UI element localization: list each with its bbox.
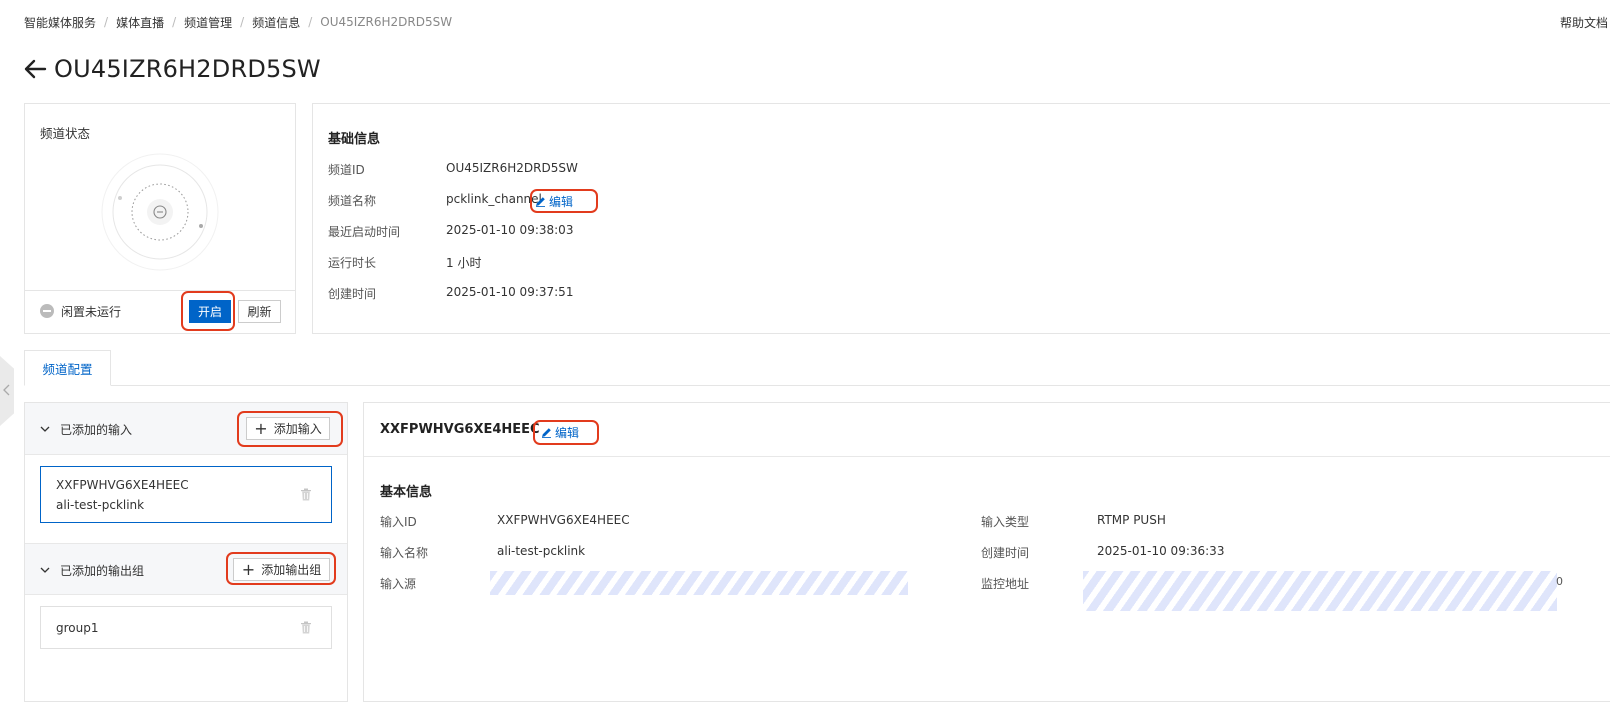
run-duration-label: 运行时长 bbox=[328, 256, 377, 270]
input-source-label: 输入源 bbox=[380, 577, 417, 591]
breadcrumb-item-current: OU45IZR6H2DRD5SW bbox=[320, 15, 453, 29]
breadcrumb: 智能媒体服务 / 媒体直播 / 频道管理 / 频道信息 / OU45IZR6H2… bbox=[24, 14, 452, 30]
page-title-text: OU45IZR6H2DRD5SW bbox=[54, 55, 321, 83]
status-text: 闲置未运行 bbox=[61, 305, 122, 319]
breadcrumb-separator: / bbox=[240, 15, 245, 29]
breadcrumb-separator: / bbox=[104, 15, 109, 29]
refresh-button[interactable]: 刷新 bbox=[238, 300, 281, 323]
start-channel-button[interactable]: 开启 bbox=[189, 300, 231, 323]
breadcrumb-item-channel-management[interactable]: 频道管理 bbox=[184, 14, 232, 31]
inputs-group-title: 已添加的输入 bbox=[60, 423, 133, 437]
breadcrumb-separator: / bbox=[172, 15, 177, 29]
plus-icon: + bbox=[241, 559, 256, 579]
basic-info-title: 基础信息 bbox=[328, 132, 381, 147]
channel-name-label: 频道名称 bbox=[328, 194, 377, 208]
basic-info-card: 基础信息 频道ID OU45IZR6H2DRD5SW 频道名称 pcklink_… bbox=[312, 103, 1610, 334]
output-group-name: group1 bbox=[56, 621, 99, 635]
input-name-label: 输入名称 bbox=[380, 546, 429, 560]
trash-icon[interactable] bbox=[300, 621, 312, 634]
pencil-icon bbox=[536, 197, 545, 207]
edit-input-link[interactable]: 编辑 bbox=[541, 424, 579, 441]
plus-icon: + bbox=[254, 418, 268, 438]
inputs-group-header[interactable]: 已添加的输入 + 添加输入 bbox=[25, 403, 347, 455]
breadcrumb-item-channel-info[interactable]: 频道信息 bbox=[252, 14, 300, 31]
monitor-address-label: 监控地址 bbox=[981, 577, 1030, 591]
input-id-value: XXFPWHVG6XE4HEEC bbox=[497, 513, 630, 527]
chevron-down-icon bbox=[40, 567, 50, 573]
add-output-group-button[interactable]: + 添加输出组 bbox=[233, 558, 330, 581]
pencil-icon bbox=[542, 428, 551, 438]
status-divider bbox=[25, 290, 295, 291]
edit-label: 编辑 bbox=[555, 426, 580, 440]
output-group-list-item[interactable]: group1 bbox=[40, 606, 332, 649]
breadcrumb-item-ims[interactable]: 智能媒体服务 bbox=[24, 14, 96, 31]
help-docs-link[interactable]: 帮助文档 bbox=[1560, 14, 1608, 31]
input-created-value: 2025-01-10 09:36:33 bbox=[1097, 544, 1225, 558]
created-time-value: 2025-01-10 09:37:51 bbox=[446, 285, 574, 299]
input-name-value: ali-test-pcklink bbox=[497, 544, 586, 558]
monitor-address-tail: 0 bbox=[1556, 575, 1563, 588]
input-type-label: 输入类型 bbox=[981, 515, 1030, 529]
outputs-group-header[interactable]: 已添加的输出组 + 添加输出组 bbox=[25, 543, 347, 595]
last-start-label: 最近启动时间 bbox=[328, 225, 401, 239]
monitor-address-masked-value bbox=[1083, 571, 1557, 611]
input-source-masked-value bbox=[490, 571, 908, 595]
created-time-label: 创建时间 bbox=[328, 287, 377, 301]
trash-icon[interactable] bbox=[300, 488, 312, 501]
input-type-value: RTMP PUSH bbox=[1097, 513, 1166, 527]
channel-status-title: 频道状态 bbox=[40, 126, 91, 141]
input-detail-header-id: XXFPWHVG6XE4HEEC bbox=[380, 422, 540, 437]
input-created-label: 创建时间 bbox=[981, 546, 1030, 560]
edit-label: 编辑 bbox=[549, 195, 574, 209]
run-duration-value: 1 小时 bbox=[446, 256, 482, 270]
channel-config-sidebar: 已添加的输入 + 添加输入 XXFPWHVG6XE4HEEC ali-test-… bbox=[24, 402, 348, 702]
input-item-name: ali-test-pcklink bbox=[56, 498, 145, 512]
channel-tabs: 频道配置 bbox=[24, 350, 1610, 386]
add-input-label: 添加输入 bbox=[273, 422, 322, 436]
back-arrow-icon[interactable] bbox=[22, 56, 48, 82]
last-start-value: 2025-01-10 09:38:03 bbox=[446, 223, 574, 237]
idle-status-icon bbox=[40, 304, 54, 318]
tab-channel-config[interactable]: 频道配置 bbox=[24, 350, 111, 386]
input-detail-panel: XXFPWHVG6XE4HEEC 编辑 基本信息 输入ID XXFPWHVG6X… bbox=[363, 402, 1610, 702]
channel-status-card: 频道状态 闲置未运行 开启 刷新 bbox=[24, 103, 296, 334]
add-input-button[interactable]: + 添加输入 bbox=[246, 417, 330, 440]
input-basic-info-title: 基本信息 bbox=[380, 485, 433, 500]
channel-name-value: pcklink_channel bbox=[446, 192, 542, 206]
page-title: OU45IZR6H2DRD5SW bbox=[22, 52, 321, 86]
breadcrumb-separator: / bbox=[308, 15, 313, 29]
input-item-id: XXFPWHVG6XE4HEEC bbox=[56, 478, 189, 492]
input-id-label: 输入ID bbox=[380, 515, 417, 529]
status-orbit-illustration bbox=[101, 153, 219, 271]
add-output-group-label: 添加输出组 bbox=[261, 563, 322, 577]
chevron-down-icon bbox=[40, 426, 50, 432]
outputs-group-title: 已添加的输出组 bbox=[60, 564, 145, 578]
channel-id-label: 频道ID bbox=[328, 163, 365, 177]
input-list-item[interactable]: XXFPWHVG6XE4HEEC ali-test-pcklink bbox=[40, 466, 332, 523]
detail-divider bbox=[364, 456, 1610, 457]
chevron-left-icon bbox=[3, 384, 10, 396]
edit-channel-name-link[interactable]: 编辑 bbox=[535, 193, 573, 210]
channel-id-value: OU45IZR6H2DRD5SW bbox=[446, 161, 578, 175]
breadcrumb-item-live[interactable]: 媒体直播 bbox=[116, 14, 164, 31]
